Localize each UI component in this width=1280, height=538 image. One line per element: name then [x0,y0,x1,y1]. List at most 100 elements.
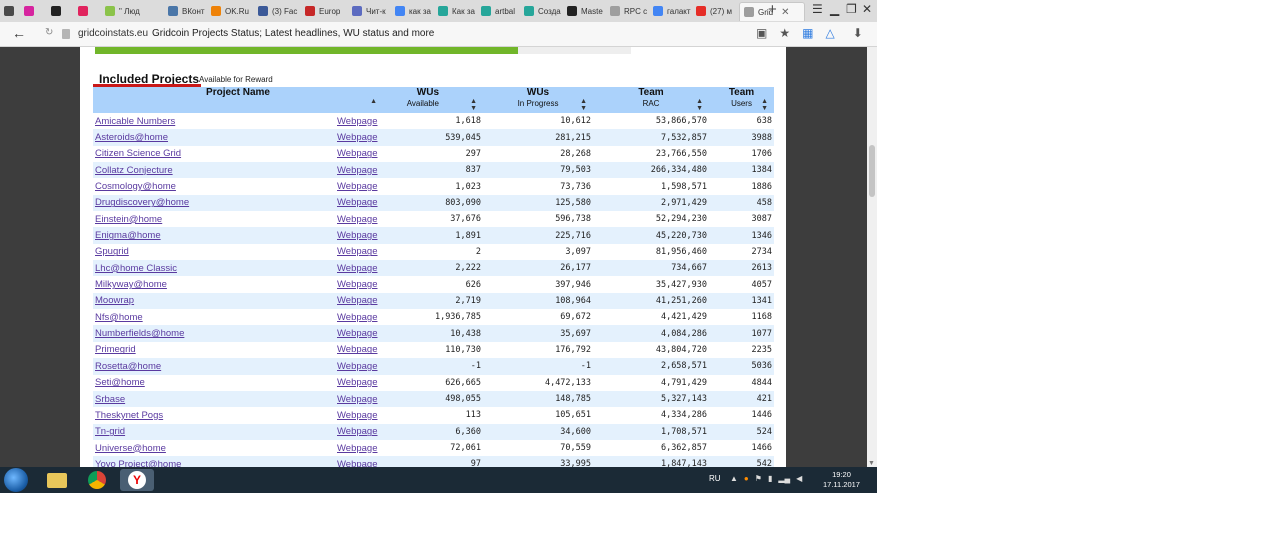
project-name-link[interactable]: Asteroids@home [93,129,335,146]
project-webpage-link[interactable]: Webpage [335,129,384,146]
browser-tab[interactable] [4,2,21,20]
reader-mode-icon[interactable]: ▣ [756,26,767,40]
bookmark-star-icon[interactable]: ★ [779,26,790,40]
project-webpage-link[interactable]: Webpage [335,342,383,358]
browser-tab[interactable]: Созда [524,2,564,20]
project-name-link[interactable]: Rosetta@home [93,358,335,375]
sort-icon[interactable]: ▲ ▼ [470,98,477,112]
menu-icon[interactable]: ☰ [812,2,823,16]
project-name-link[interactable]: Tn-grid [93,423,335,440]
project-webpage-link[interactable]: Webpage [335,244,383,260]
browser-tab[interactable]: " Люд [105,2,165,20]
project-webpage-link[interactable]: Webpage [335,358,384,375]
tab-close-icon[interactable]: ✕ [781,7,789,18]
new-tab-button[interactable]: + [768,1,777,18]
browser-tab[interactable]: как за [395,2,435,20]
column-header-team-rac[interactable]: Team RAC ▲ ▼ [593,87,710,113]
browser-tab[interactable]: OK.Ru [211,2,255,20]
project-name-link[interactable]: Srbase [93,390,335,408]
project-webpage-link[interactable]: Webpage [335,146,383,162]
project-name-link[interactable]: Theskynet Pogs [93,407,335,423]
browser-tab[interactable] [24,2,48,20]
column-header-wus-available[interactable]: WUs Available ▲ ▼ [383,87,484,113]
tray-network-icon[interactable]: ▮ [768,474,772,483]
tray-expand-icon[interactable]: ▲ [730,474,738,483]
site-info-icon[interactable] [62,29,70,39]
project-name-link[interactable]: Nfs@home [93,309,335,325]
project-webpage-link[interactable]: Webpage [335,260,384,277]
page-title[interactable]: Gridcoin Projects Status; Latest headlin… [152,28,434,39]
tray-volume-icon[interactable]: ◀ [796,474,802,483]
browser-tab[interactable]: Europ [305,2,349,20]
reload-icon[interactable]: ↻ [45,27,53,38]
tray-signal-icon[interactable]: ▂▄ [778,474,790,483]
browser-tab[interactable]: галакт [653,2,693,20]
project-name-link[interactable]: Lhc@home Classic [93,260,335,277]
minimize-icon[interactable]: ▁ [830,2,839,16]
yandex-taskbar-button[interactable]: Y [120,469,154,491]
sort-icon[interactable]: ▲ ▼ [761,98,768,112]
project-webpage-link[interactable]: Webpage [335,211,383,227]
alice-icon[interactable]: △ [825,26,834,40]
browser-tab[interactable]: Как за [438,2,478,20]
project-webpage-link[interactable]: Webpage [335,375,383,391]
browser-tab[interactable]: Чит-к [352,2,392,20]
project-name-link[interactable]: Collatz Conjecture [93,162,335,179]
browser-tab[interactable]: ВКонт [168,2,208,20]
project-webpage-link[interactable]: Webpage [335,194,384,212]
project-webpage-link[interactable]: Webpage [335,407,383,423]
language-indicator[interactable]: RU [709,474,721,483]
start-button-icon[interactable] [4,468,28,492]
project-webpage-link[interactable]: Webpage [335,162,384,179]
project-webpage-link[interactable]: Webpage [335,423,384,440]
project-name-link[interactable]: Yoyo Project@home [93,456,335,467]
scrollbar[interactable]: ▼ [867,47,877,467]
column-header-team-users[interactable]: Team Users ▲ ▼ [709,87,775,113]
clock[interactable]: 19:20 17.11.2017 [823,470,860,490]
translate-icon[interactable]: ▦ [802,26,813,40]
project-name-link[interactable]: Gpugrid [93,244,335,260]
project-webpage-link[interactable]: Webpage [335,292,384,310]
browser-tab[interactable]: artbal [481,2,521,20]
project-name-link[interactable]: Enigma@home [93,227,335,244]
tray-app-icon[interactable]: ● [744,474,749,483]
restore-icon[interactable]: ❐ [846,2,857,16]
column-header-wus-in-progress[interactable]: WUs In Progress ▲ ▼ [483,87,594,113]
project-name-link[interactable]: Cosmology@home [93,178,335,194]
project-webpage-link[interactable]: Webpage [335,325,384,342]
project-name-link[interactable]: Primegrid [93,342,335,358]
project-webpage-link[interactable]: Webpage [335,178,383,194]
browser-tab[interactable]: (27) м [696,2,736,20]
chrome-taskbar-button[interactable] [80,469,114,491]
project-name-link[interactable]: Milkyway@home [93,276,335,292]
scrollbar-thumb[interactable] [869,145,875,197]
project-webpage-link[interactable]: Webpage [335,309,383,325]
download-icon[interactable]: ⬇ [853,26,863,40]
project-name-link[interactable]: Drugdiscovery@home [93,194,335,212]
project-webpage-link[interactable]: Webpage [335,440,383,456]
sort-icon[interactable]: ▲ ▼ [696,98,703,112]
explorer-taskbar-button[interactable] [40,469,74,491]
browser-tab[interactable] [51,2,75,20]
project-name-link[interactable]: Einstein@home [93,211,335,227]
project-name-link[interactable]: Universe@home [93,440,335,456]
project-webpage-link[interactable]: Webpage [335,276,383,292]
browser-tab[interactable]: Maste [567,2,607,20]
project-name-link[interactable]: Numberfields@home [93,325,335,342]
browser-tab[interactable] [78,2,102,20]
project-name-link[interactable]: Citizen Science Grid [93,146,335,162]
url-domain[interactable]: gridcoinstats.eu [78,28,148,39]
column-header-project-name[interactable]: Project Name ▲ [93,87,384,113]
project-name-link[interactable]: Moowrap [93,292,335,310]
project-name-link[interactable]: Amicable Numbers [93,113,335,129]
scroll-down-icon[interactable]: ▼ [868,460,875,467]
browser-tab[interactable]: RPC c [610,2,650,20]
project-webpage-link[interactable]: Webpage [335,456,384,467]
sort-icon[interactable]: ▲ ▼ [580,98,587,112]
project-webpage-link[interactable]: Webpage [335,113,383,129]
project-name-link[interactable]: Seti@home [93,375,335,391]
back-arrow-icon[interactable]: ← [12,25,26,41]
browser-tab[interactable]: (3) Fac [258,2,302,20]
project-webpage-link[interactable]: Webpage [335,390,384,408]
project-webpage-link[interactable]: Webpage [335,227,384,244]
